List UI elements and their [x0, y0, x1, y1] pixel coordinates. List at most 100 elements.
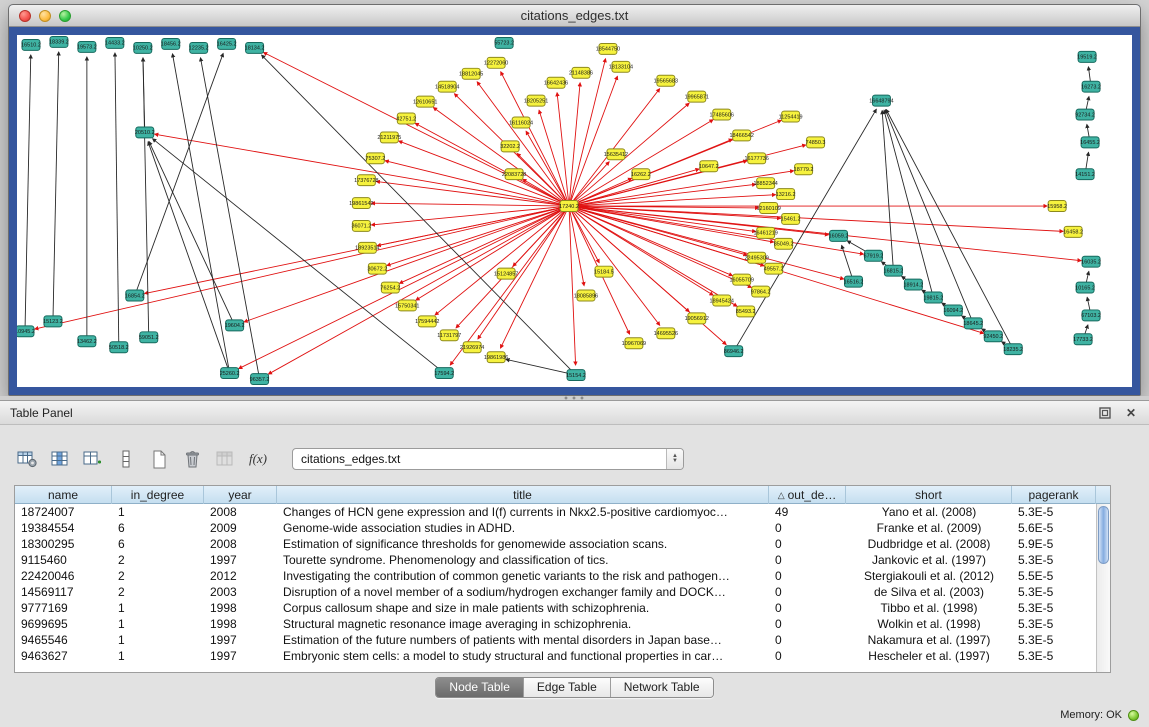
- graph-node[interactable]: 16815.2: [884, 265, 904, 276]
- graph-node[interactable]: 19573.2: [77, 41, 97, 52]
- graph-node[interactable]: 18085896: [574, 290, 598, 301]
- graph-node[interactable]: 16461219: [753, 227, 777, 238]
- graph-node[interactable]: 18812045: [459, 68, 483, 79]
- table-row[interactable]: 1938455462009Genome-wide association stu…: [15, 520, 1096, 536]
- graph-node[interactable]: 17240.2: [559, 201, 579, 212]
- graph-node[interactable]: 76254.2: [380, 282, 400, 293]
- function-builder-icon[interactable]: f(x): [245, 446, 271, 472]
- delete-icon[interactable]: [179, 446, 205, 472]
- graph-node[interactable]: 17485606: [710, 109, 734, 120]
- graph-node[interactable]: 67919.2: [864, 250, 884, 261]
- graph-node[interactable]: 19861986: [484, 352, 508, 363]
- graph-node[interactable]: 15461.2: [781, 213, 801, 224]
- graph-node[interactable]: 18852344: [753, 178, 777, 189]
- graph-node[interactable]: 21926974: [460, 342, 484, 353]
- graph-node[interactable]: 14695526: [654, 328, 678, 339]
- float-panel-icon[interactable]: [1097, 405, 1113, 421]
- graph-node[interactable]: 12272060: [484, 57, 508, 68]
- graph-node[interactable]: 10165.2: [1075, 282, 1095, 293]
- table-row[interactable]: 2242004622012Investigating the contribut…: [15, 568, 1096, 584]
- graph-node[interactable]: 22083728: [502, 169, 526, 180]
- graph-node[interactable]: 22495309: [744, 252, 768, 263]
- column-header-short[interactable]: short: [846, 486, 1012, 504]
- graph-node[interactable]: 59051.2: [139, 332, 159, 343]
- vertical-scrollbar[interactable]: [1096, 504, 1110, 672]
- tab-network-table[interactable]: Network Table: [610, 678, 713, 697]
- graph-node[interactable]: 16854.2: [125, 290, 145, 301]
- graph-node[interactable]: 19861542: [349, 198, 373, 209]
- graph-node[interactable]: 18205251: [524, 95, 548, 106]
- graph-node[interactable]: 16425.2: [217, 38, 237, 49]
- graph-node[interactable]: 18456.2: [161, 38, 181, 49]
- scrollbar-thumb[interactable]: [1098, 506, 1109, 564]
- graph-node[interactable]: 49557.2: [764, 263, 784, 274]
- graph-node[interactable]: 18779.2: [794, 164, 814, 175]
- graph-node[interactable]: 15124857: [494, 268, 518, 279]
- table-row[interactable]: 969969511998Structural magnetic resonanc…: [15, 616, 1096, 632]
- graph-node[interactable]: 15635412: [604, 149, 628, 160]
- graph-node[interactable]: 17376728: [354, 175, 378, 186]
- graph-node[interactable]: 10250.2: [133, 42, 153, 53]
- graph-node[interactable]: 14518904: [435, 81, 459, 92]
- column-header-year[interactable]: year: [204, 486, 277, 504]
- graph-node[interactable]: 16642436: [544, 77, 568, 88]
- graph-node[interactable]: 16116024: [509, 117, 533, 128]
- graph-node[interactable]: 18133104: [609, 61, 633, 72]
- graph-node[interactable]: 75307.2: [365, 153, 385, 164]
- graph-node[interactable]: 15154.2: [566, 370, 586, 381]
- graph-node[interactable]: 19519.2: [1077, 51, 1097, 62]
- graph-node[interactable]: 16648794: [869, 95, 893, 106]
- column-header-indegree[interactable]: in_degree: [112, 486, 204, 504]
- table-row[interactable]: 911546021997Tourette syndrome. Phenomeno…: [15, 552, 1096, 568]
- graph-node[interactable]: 21148386: [569, 67, 593, 78]
- graph-node[interactable]: 85049.2: [774, 238, 794, 249]
- graph-node[interactable]: 67103.2: [1081, 310, 1101, 321]
- graph-node[interactable]: 97864.2: [751, 286, 771, 297]
- graph-node[interactable]: 30672.2: [367, 263, 387, 274]
- graph-node[interactable]: 19815.2: [923, 292, 943, 303]
- add-column-icon[interactable]: [80, 446, 106, 472]
- column-header-name[interactable]: name: [15, 486, 112, 504]
- graph-node[interactable]: 17733.2: [1073, 334, 1093, 345]
- column-header-outde[interactable]: △out_de…: [769, 486, 846, 504]
- graph-node[interactable]: 10945.2: [17, 326, 35, 337]
- select-columns-icon[interactable]: [47, 446, 73, 472]
- graph-node[interactable]: 21211975: [377, 132, 401, 143]
- table-row[interactable]: 946362711997Embryonic stem cells: a mode…: [15, 648, 1096, 664]
- graph-node[interactable]: 18645.2: [963, 318, 983, 329]
- graph-node[interactable]: 55723.2: [494, 37, 514, 48]
- graph-node[interactable]: 18235.2: [1003, 344, 1023, 355]
- network-canvas[interactable]: 17240.2181331041956568319965871174856061…: [17, 35, 1132, 387]
- graph-node[interactable]: 20510.2: [135, 127, 155, 138]
- graph-node[interactable]: 11731797: [437, 330, 461, 341]
- graph-node[interactable]: 10647.2: [699, 161, 719, 172]
- column-header-title[interactable]: title: [277, 486, 769, 504]
- graph-node[interactable]: 17594442: [415, 316, 439, 327]
- table-row[interactable]: 1830029562008Estimation of significance …: [15, 536, 1096, 552]
- import-table-icon[interactable]: [212, 446, 238, 472]
- graph-node[interactable]: 12610651: [413, 96, 437, 107]
- graph-node[interactable]: 19056912: [685, 313, 709, 324]
- graph-node[interactable]: 96357.2: [250, 374, 270, 385]
- graph-node[interactable]: 74850.3: [806, 137, 826, 148]
- graph-node[interactable]: 12235.2: [189, 42, 209, 53]
- graph-node[interactable]: 18914.2: [903, 279, 923, 290]
- graph-node[interactable]: 16273.2: [1081, 81, 1101, 92]
- window-titlebar[interactable]: citations_edges.txt: [9, 5, 1140, 27]
- graph-node[interactable]: 13216.2: [776, 189, 796, 200]
- close-panel-icon[interactable]: ✕: [1123, 405, 1139, 421]
- graph-node[interactable]: 18339.2: [49, 36, 69, 47]
- graph-node[interactable]: 16177736: [744, 153, 768, 164]
- table-row[interactable]: 1456911722003Disruption of a novel membe…: [15, 584, 1096, 600]
- graph-node[interactable]: 14151.2: [1075, 169, 1095, 180]
- graph-node[interactable]: 16455.2: [1080, 137, 1100, 148]
- graph-node[interactable]: 16035.2: [1081, 256, 1101, 267]
- graph-node[interactable]: 18544750: [596, 43, 620, 54]
- graph-node[interactable]: 42751.2: [396, 113, 416, 124]
- graph-node[interactable]: 85493.2: [736, 306, 756, 317]
- graph-node[interactable]: 92450.2: [983, 331, 1003, 342]
- graph-node[interactable]: 13462.2: [77, 336, 97, 347]
- table-settings-icon[interactable]: [14, 446, 40, 472]
- close-button[interactable]: [19, 10, 31, 22]
- graph-node[interactable]: 15958.2: [1047, 201, 1067, 212]
